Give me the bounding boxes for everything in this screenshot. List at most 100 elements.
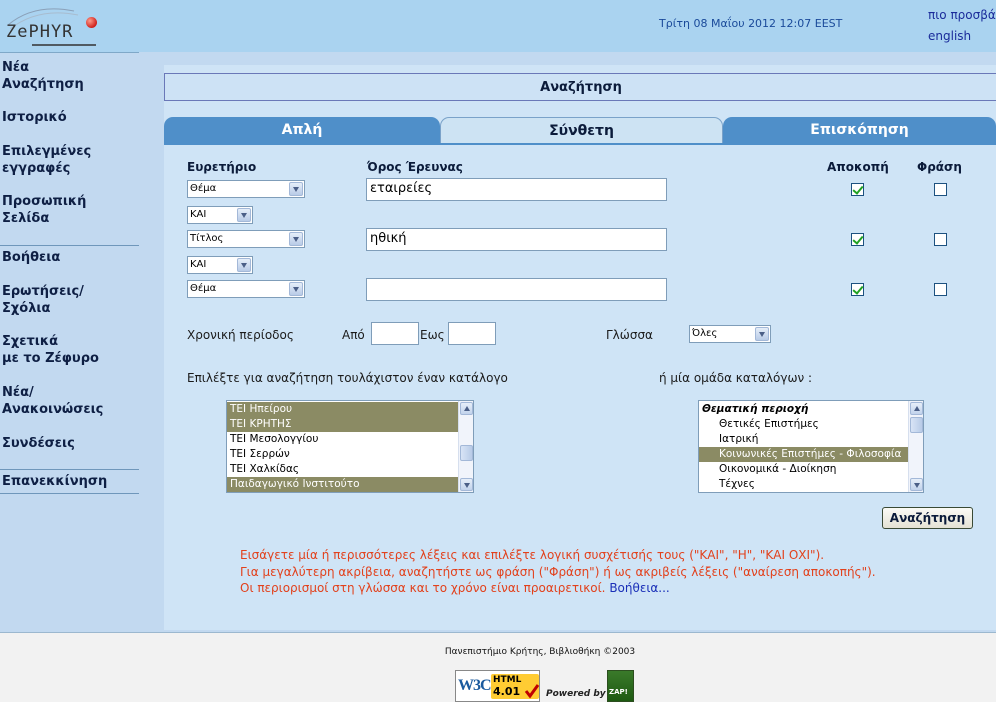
chevron-down-icon	[755, 327, 769, 341]
period-label: Χρονική περίοδος	[187, 328, 294, 342]
help-text-content: Οι περιορισμοί στη γλώσσα και το χρόνο ε…	[240, 581, 606, 595]
sidebar-item-questions[interactable]: Ερωτήσεις/ Σχόλια	[2, 283, 84, 317]
sidebar-item-about[interactable]: Σχετικά με το Ζέφυρο	[2, 333, 99, 367]
index-select-value: Θέμα	[190, 183, 217, 194]
footer: Πανεπιστήμιο Κρήτης, Βιβλιοθήκη ©2003 W3…	[0, 632, 996, 702]
logo-text: ZePHYR	[6, 22, 74, 42]
tab-advanced[interactable]: Σύνθετη	[440, 117, 723, 144]
sidebar-item-help[interactable]: Βοήθεια	[2, 249, 60, 266]
zap-logo[interactable]: ZAP!	[607, 670, 634, 702]
sidebar-item-restart[interactable]: Επανεκκίνηση	[2, 473, 107, 490]
sidebar-divider	[0, 245, 139, 246]
search-button[interactable]: Αναζήτηση	[882, 507, 973, 529]
scroll-down-icon[interactable]	[910, 478, 923, 491]
catalog-group-option[interactable]: Ιατρική	[699, 432, 909, 447]
column-header-index: Ευρετήριο	[187, 160, 257, 174]
index-select[interactable]: Τίτλος	[187, 230, 305, 248]
boolean-operator-select[interactable]: ΚΑΙ	[187, 206, 253, 224]
zephyr-logo[interactable]: ZePHYR	[4, 5, 104, 49]
chevron-down-icon	[237, 258, 251, 272]
phrase-checkbox[interactable]	[934, 183, 947, 196]
help-text-line: Εισάγετε μία ή περισσότερες λέξεις και ε…	[240, 548, 825, 562]
sidebar: Νέα Αναζήτηση Ιστορικό Επιλεγμένες εγγρα…	[0, 52, 139, 632]
search-term-input[interactable]	[366, 278, 667, 301]
phrase-checkbox[interactable]	[934, 233, 947, 246]
catalog-option[interactable]: Παιδαγωγικό Ινστιτούτο	[227, 477, 459, 492]
header: ZePHYR Τρίτη 08 Μαΐου 2012 12:07 EEST πι…	[0, 0, 996, 52]
w3c-logo: W3C	[458, 677, 492, 694]
tab-browse[interactable]: Επισκόπηση	[723, 117, 996, 144]
scroll-down-icon[interactable]	[460, 478, 473, 491]
truncation-checkbox[interactable]	[851, 283, 864, 296]
scroll-thumb[interactable]	[460, 445, 473, 461]
sidebar-item-selected-records[interactable]: Επιλεγμένες εγγραφές	[2, 143, 91, 177]
current-datetime: Τρίτη 08 Μαΐου 2012 12:07 EEST	[659, 17, 843, 30]
zap-logo-text: ZAP!	[609, 688, 628, 696]
catalog-group-option[interactable]: Κοινωνικές Επιστήμες - Φιλοσοφία	[699, 447, 909, 462]
truncation-checkbox[interactable]	[851, 183, 864, 196]
truncation-checkbox[interactable]	[851, 233, 864, 246]
boolean-operator-select[interactable]: ΚΑΙ	[187, 256, 253, 274]
sidebar-item-links[interactable]: Συνδέσεις	[2, 435, 75, 452]
catalog-group-header: Θεματική περιοχή	[702, 403, 809, 415]
catalog-group-option[interactable]: Τέχνες	[699, 477, 909, 492]
catalog-scrollbar[interactable]	[458, 401, 473, 492]
html-version: 4.01	[493, 685, 521, 698]
w3c-html-badge[interactable]: W3C HTML 4.01	[455, 670, 540, 702]
page-title: Αναζήτηση	[540, 80, 622, 95]
language-select-value: Όλες	[692, 328, 718, 339]
period-from-label: Από	[342, 328, 365, 342]
catalog-option[interactable]: ΤΕΙ Μεσολογγίου	[227, 432, 459, 447]
chevron-down-icon	[289, 282, 303, 296]
period-to-input[interactable]	[448, 322, 496, 345]
language-label: Γλώσσα	[606, 328, 653, 342]
catalog-group-listbox[interactable]: Θεματική περιοχή Θετικές Επιστήμες Ιατρι…	[698, 400, 924, 493]
sidebar-item-announcements[interactable]: Νέα/ Ανακοινώσεις	[2, 384, 103, 418]
scroll-thumb[interactable]	[910, 417, 923, 433]
sidebar-item-personal-page[interactable]: Προσωπική Σελίδα	[2, 193, 86, 227]
column-header-term: Όρος Έρευνας	[367, 160, 463, 174]
index-select-value: Τίτλος	[190, 233, 224, 244]
chevron-down-icon	[289, 232, 303, 246]
index-select[interactable]: Θέμα	[187, 280, 305, 298]
catalog-group-option[interactable]: Θετικές Επιστήμες	[699, 417, 909, 432]
help-text-line: Για μεγαλύτερη ακρίβεια, αναζητήστε ως φ…	[240, 565, 876, 579]
scroll-up-icon[interactable]	[460, 402, 473, 415]
language-select[interactable]: Όλες	[689, 325, 771, 343]
index-select[interactable]: Θέμα	[187, 180, 305, 198]
search-term-input[interactable]: εταιρείες	[366, 178, 667, 201]
catalog-option[interactable]: ΤΕΙ ΚΡΗΤΗΣ	[227, 417, 459, 432]
catalog-group-option[interactable]: Οικονομικά - Διοίκηση	[699, 462, 909, 477]
copyright-text: Πανεπιστήμιο Κρήτης, Βιβλιοθήκη ©2003	[444, 647, 636, 657]
sidebar-item-new-search[interactable]: Νέα Αναζήτηση	[2, 59, 84, 93]
column-header-truncation: Αποκοπή	[827, 160, 889, 174]
catalog-option[interactable]: ΤΕΙ Ηπείρου	[227, 402, 459, 417]
tab-simple[interactable]: Απλή	[164, 117, 440, 144]
catalogs-label: Επιλέξτε για αναζήτηση τουλάχιστον έναν …	[187, 371, 508, 385]
powered-by-text: Powered by	[546, 689, 606, 699]
index-select-value: Θέμα	[190, 283, 217, 294]
period-to-label: Εως	[420, 328, 445, 342]
help-text-line: Οι περιορισμοί στη γλώσσα και το χρόνο ε…	[240, 581, 670, 595]
accessible-version-link[interactable]: πιο προσβά	[928, 8, 996, 22]
catalog-groups-label: ή μία ομάδα καταλόγων :	[659, 371, 813, 385]
catalog-group-scrollbar[interactable]	[908, 401, 923, 492]
tab-underline	[164, 143, 996, 145]
column-header-phrase: Φράση	[917, 160, 962, 174]
help-link[interactable]: Βοήθεια...	[609, 581, 669, 595]
catalog-listbox[interactable]: ΤΕΙ Ηπείρου ΤΕΙ ΚΡΗΤΗΣ ΤΕΙ Μεσολογγίου Τ…	[226, 400, 474, 493]
phrase-checkbox[interactable]	[934, 283, 947, 296]
scroll-up-icon[interactable]	[910, 402, 923, 415]
search-term-input[interactable]: ηθική	[366, 228, 667, 251]
english-link[interactable]: english	[928, 29, 971, 43]
catalog-option[interactable]: ΤΕΙ Χαλκίδας	[227, 462, 459, 477]
chevron-down-icon	[289, 182, 303, 196]
catalog-option[interactable]: ΤΕΙ Σερρών	[227, 447, 459, 462]
logo-dot-icon	[86, 17, 97, 28]
sidebar-divider	[0, 469, 139, 470]
period-from-input[interactable]	[371, 322, 419, 345]
sidebar-divider	[0, 493, 139, 494]
main-content	[164, 65, 996, 630]
operator-select-value: ΚΑΙ	[190, 209, 207, 220]
sidebar-item-history[interactable]: Ιστορικό	[2, 109, 67, 126]
